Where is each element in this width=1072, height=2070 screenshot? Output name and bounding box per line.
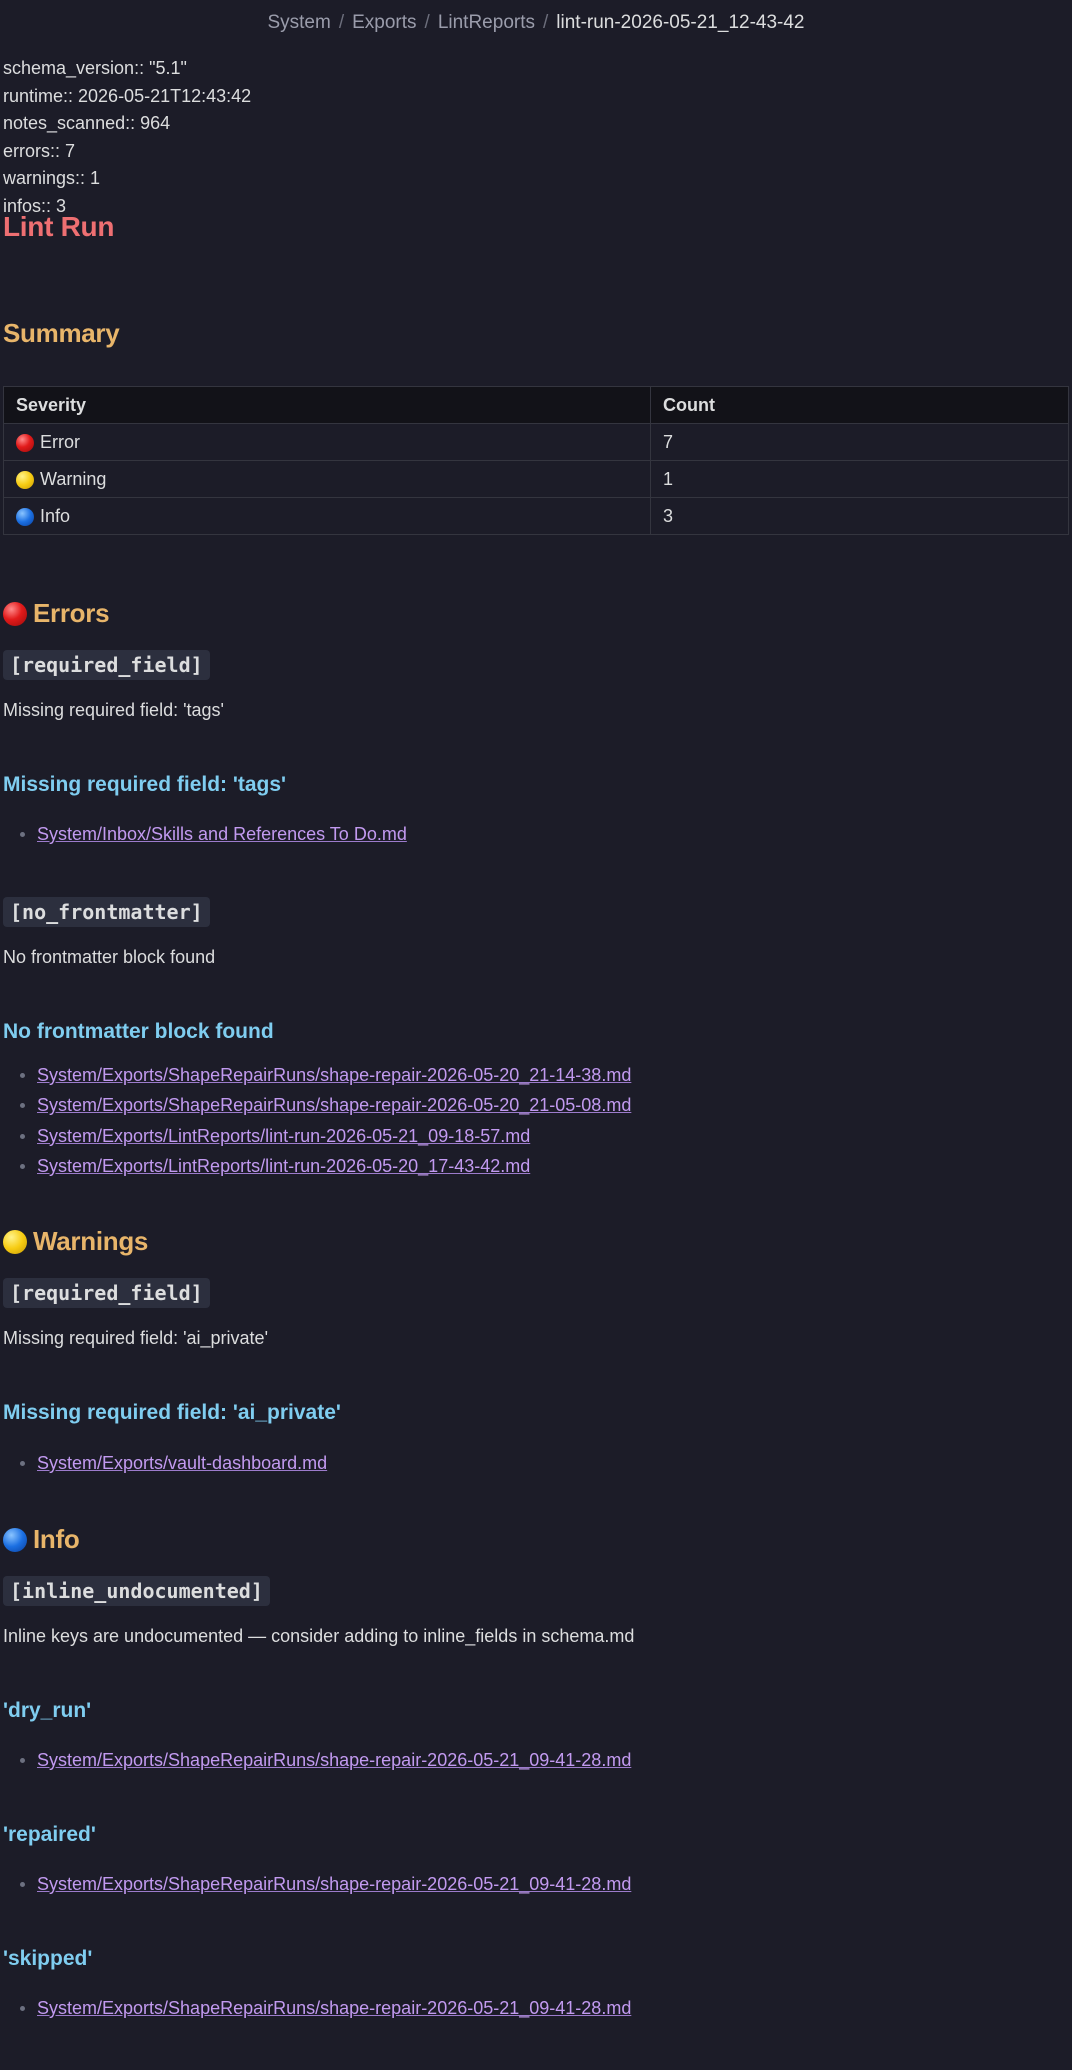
severity-label: Error xyxy=(40,431,80,452)
warning-description: Missing required field: 'ai_private' xyxy=(3,1328,268,1348)
note-link[interactable]: System/Exports/ShapeRepairRuns/shape-rep… xyxy=(37,1095,631,1115)
count-cell: 7 xyxy=(650,423,1069,461)
warnings-heading: Warnings xyxy=(3,1226,148,1257)
note-link[interactable]: System/Exports/LintReports/lint-run-2026… xyxy=(37,1156,530,1176)
errors-heading-label: Errors xyxy=(33,598,110,628)
column-header-count: Count xyxy=(650,386,1069,424)
info-heading-label: Info xyxy=(33,1524,80,1554)
error-description: No frontmatter block found xyxy=(3,947,216,967)
property-notes-scanned: notes_scanned:: 964 xyxy=(3,113,171,133)
info-link-list: System/Exports/ShapeRepairRuns/shape-rep… xyxy=(3,1869,631,1899)
list-item: System/Inbox/Skills and References To Do… xyxy=(3,819,407,849)
property-warnings: warnings:: 1 xyxy=(3,168,101,188)
note-link[interactable]: System/Exports/vault-dashboard.md xyxy=(37,1453,327,1473)
info-link-list: System/Exports/ShapeRepairRuns/shape-rep… xyxy=(3,1993,631,2023)
severity-cell: Error xyxy=(3,423,651,461)
error-subheading: Missing required field: 'tags' xyxy=(3,773,287,796)
yellow-circle-icon xyxy=(16,470,34,489)
blue-circle-icon xyxy=(16,507,34,526)
count-cell: 3 xyxy=(650,497,1069,535)
column-header-severity: Severity xyxy=(3,386,651,424)
list-item: System/Exports/ShapeRepairRuns/shape-rep… xyxy=(3,1060,631,1090)
red-circle-icon xyxy=(3,601,27,626)
list-item: System/Exports/ShapeRepairRuns/shape-rep… xyxy=(3,1745,631,1775)
info-heading: Info xyxy=(3,1524,80,1555)
info-link-list: System/Exports/ShapeRepairRuns/shape-rep… xyxy=(3,1745,631,1775)
error-code-required-field: [required_field] xyxy=(3,650,210,680)
table-row: Error 7 xyxy=(3,423,1069,461)
list-item: System/Exports/LintReports/lint-run-2026… xyxy=(3,1151,631,1181)
yellow-circle-icon xyxy=(3,1229,27,1254)
severity-cell: Warning xyxy=(3,460,651,498)
list-item: System/Exports/vault-dashboard.md xyxy=(3,1448,327,1478)
note-link[interactable]: System/Exports/LintReports/lint-run-2026… xyxy=(37,1126,530,1146)
severity-label: Info xyxy=(40,505,71,526)
list-item: System/Exports/ShapeRepairRuns/shape-rep… xyxy=(3,1869,631,1899)
info-subheading-dry-run: 'dry_run' xyxy=(3,1699,92,1722)
red-circle-icon xyxy=(16,433,34,452)
property-schema-version: schema_version:: "5.1" xyxy=(3,58,187,78)
breadcrumb-separator: / xyxy=(338,12,345,33)
property-errors: errors:: 7 xyxy=(3,140,76,161)
breadcrumb: System / Exports / LintReports / lint-run-2026… xyxy=(0,12,1072,34)
error-link-list: System/Inbox/Skills and References To Do… xyxy=(3,819,407,849)
info-description: Inline keys are undocumented — consider … xyxy=(3,1626,635,1646)
warning-code-required-field: [required_field] xyxy=(3,1278,210,1308)
breadcrumb-current: lint-run-2026-05-21_12-43-42 xyxy=(556,12,805,33)
summary-heading: Summary xyxy=(3,318,120,348)
summary-table: Severity Count Error 7 Warning 1 Info 3 xyxy=(3,386,1069,535)
note-link[interactable]: System/Exports/ShapeRepairRuns/shape-rep… xyxy=(37,1750,631,1770)
list-item: System/Exports/LintReports/lint-run-2026… xyxy=(3,1121,631,1151)
table-row: Info 3 xyxy=(3,497,1069,535)
table-header-row: Severity Count xyxy=(3,386,1069,424)
breadcrumb-item-exports[interactable]: Exports xyxy=(352,12,416,33)
info-subheading-skipped: 'skipped' xyxy=(3,1947,93,1970)
error-subheading: No frontmatter block found xyxy=(3,1020,274,1043)
property-infos: infos:: 3 xyxy=(3,195,67,216)
list-item: System/Exports/ShapeRepairRuns/shape-rep… xyxy=(3,1993,631,2023)
blue-circle-icon xyxy=(3,1527,27,1552)
count-cell: 1 xyxy=(650,460,1069,498)
note-link[interactable]: System/Exports/ShapeRepairRuns/shape-rep… xyxy=(37,1065,631,1085)
errors-heading: Errors xyxy=(3,598,110,629)
note-link[interactable]: System/Inbox/Skills and References To Do… xyxy=(37,824,407,844)
warnings-heading-label: Warnings xyxy=(33,1226,149,1256)
severity-label: Warning xyxy=(40,468,107,489)
error-description: Missing required field: 'tags' xyxy=(3,700,224,720)
info-code-inline-undocumented: [inline_undocumented] xyxy=(3,1576,270,1606)
table-row: Warning 1 xyxy=(3,460,1069,498)
list-item: System/Exports/ShapeRepairRuns/shape-rep… xyxy=(3,1090,631,1120)
page-title: Lint Run xyxy=(3,211,115,242)
error-link-list: System/Exports/ShapeRepairRuns/shape-rep… xyxy=(3,1060,631,1181)
breadcrumb-separator: / xyxy=(424,12,430,33)
severity-cell: Info xyxy=(3,497,651,535)
note-link[interactable]: System/Exports/ShapeRepairRuns/shape-rep… xyxy=(37,1998,631,2018)
warning-subheading: Missing required field: 'ai_private' xyxy=(3,1401,341,1424)
properties-block: schema_version:: "5.1" runtime:: 2026-05… xyxy=(3,55,1069,220)
error-code-no-frontmatter: [no_frontmatter] xyxy=(3,897,210,927)
breadcrumb-item-lintreports[interactable]: LintReports xyxy=(438,12,535,33)
breadcrumb-item-system[interactable]: System xyxy=(267,12,330,33)
warning-link-list: System/Exports/vault-dashboard.md xyxy=(3,1448,327,1478)
property-runtime: runtime:: 2026-05-21T12:43:42 xyxy=(3,85,252,106)
note-link[interactable]: System/Exports/ShapeRepairRuns/shape-rep… xyxy=(37,1874,631,1894)
info-subheading-repaired: 'repaired' xyxy=(3,1823,96,1846)
breadcrumb-separator: / xyxy=(543,12,549,33)
